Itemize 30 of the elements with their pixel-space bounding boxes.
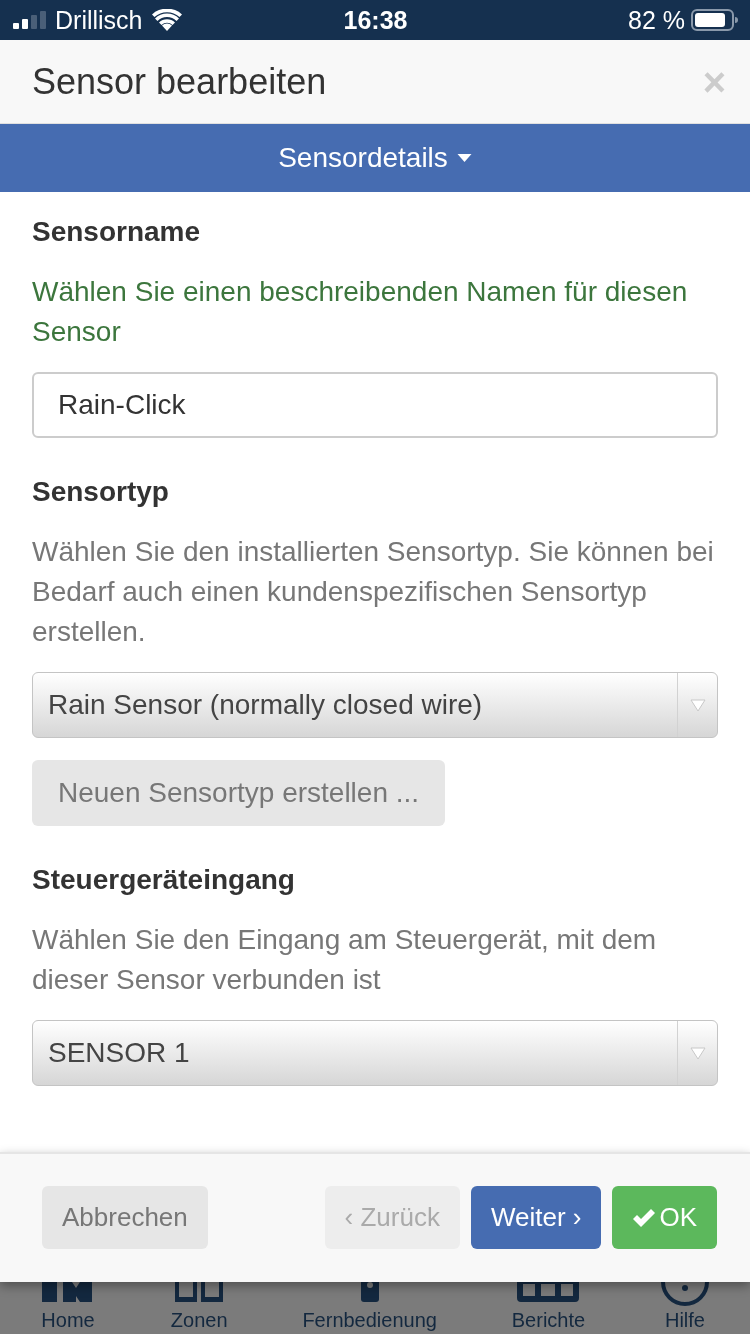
select-field[interactable]: SENSOR 1 <box>32 1020 718 1086</box>
footer-button[interactable]: OK <box>612 1186 717 1249</box>
input-field[interactable]: Rain-Click <box>32 372 718 438</box>
section-dropdown[interactable]: Sensordetails <box>0 124 750 192</box>
select-field[interactable]: Rain Sensor (normally closed wire) <box>32 672 718 738</box>
clock-time: 16:38 <box>343 5 408 35</box>
field-label: Steuergeräteingang <box>32 863 296 897</box>
wifi-icon <box>151 9 182 31</box>
dialog-title: Sensor bearbeiten <box>32 60 327 103</box>
signal-icon <box>13 11 46 29</box>
battery-icon <box>691 9 738 31</box>
nav-label[interactable]: Berichte <box>511 1308 586 1332</box>
footer-button[interactable]: Abbrechen <box>42 1186 208 1249</box>
field-label: Sensorname <box>32 215 202 249</box>
carrier-name: Drillisch <box>55 5 143 35</box>
caret-icon <box>689 698 706 712</box>
caret-icon <box>456 154 472 162</box>
check-icon <box>632 1207 657 1228</box>
caret-icon <box>689 1046 706 1060</box>
create-button[interactable]: Neuen Sensortyp erstellen ... <box>32 760 446 826</box>
nav-label[interactable]: Home <box>41 1308 95 1332</box>
nav-label[interactable]: Zonen <box>170 1308 228 1332</box>
nav-label[interactable]: Hilfe <box>664 1308 705 1332</box>
help-text: Wählen Sie einen beschreibenden Namen für diesen Sensor <box>32 275 689 349</box>
nav-label[interactable]: Fernbedienung <box>302 1308 437 1332</box>
help-text: Wählen Sie den installierten Sensortyp. Sie können bei Bedarf auch einen kundenspezifischen Sensortyp erstellen. <box>32 535 715 649</box>
footer-button[interactable]: Weiter › <box>470 1186 602 1249</box>
battery-percent: 82 % <box>628 5 685 35</box>
field-label: Sensortyp <box>32 475 170 509</box>
help-text: Wählen Sie den Eingang am Steuergerät, mit dem dieser Sensor verbunden ist <box>32 923 658 997</box>
